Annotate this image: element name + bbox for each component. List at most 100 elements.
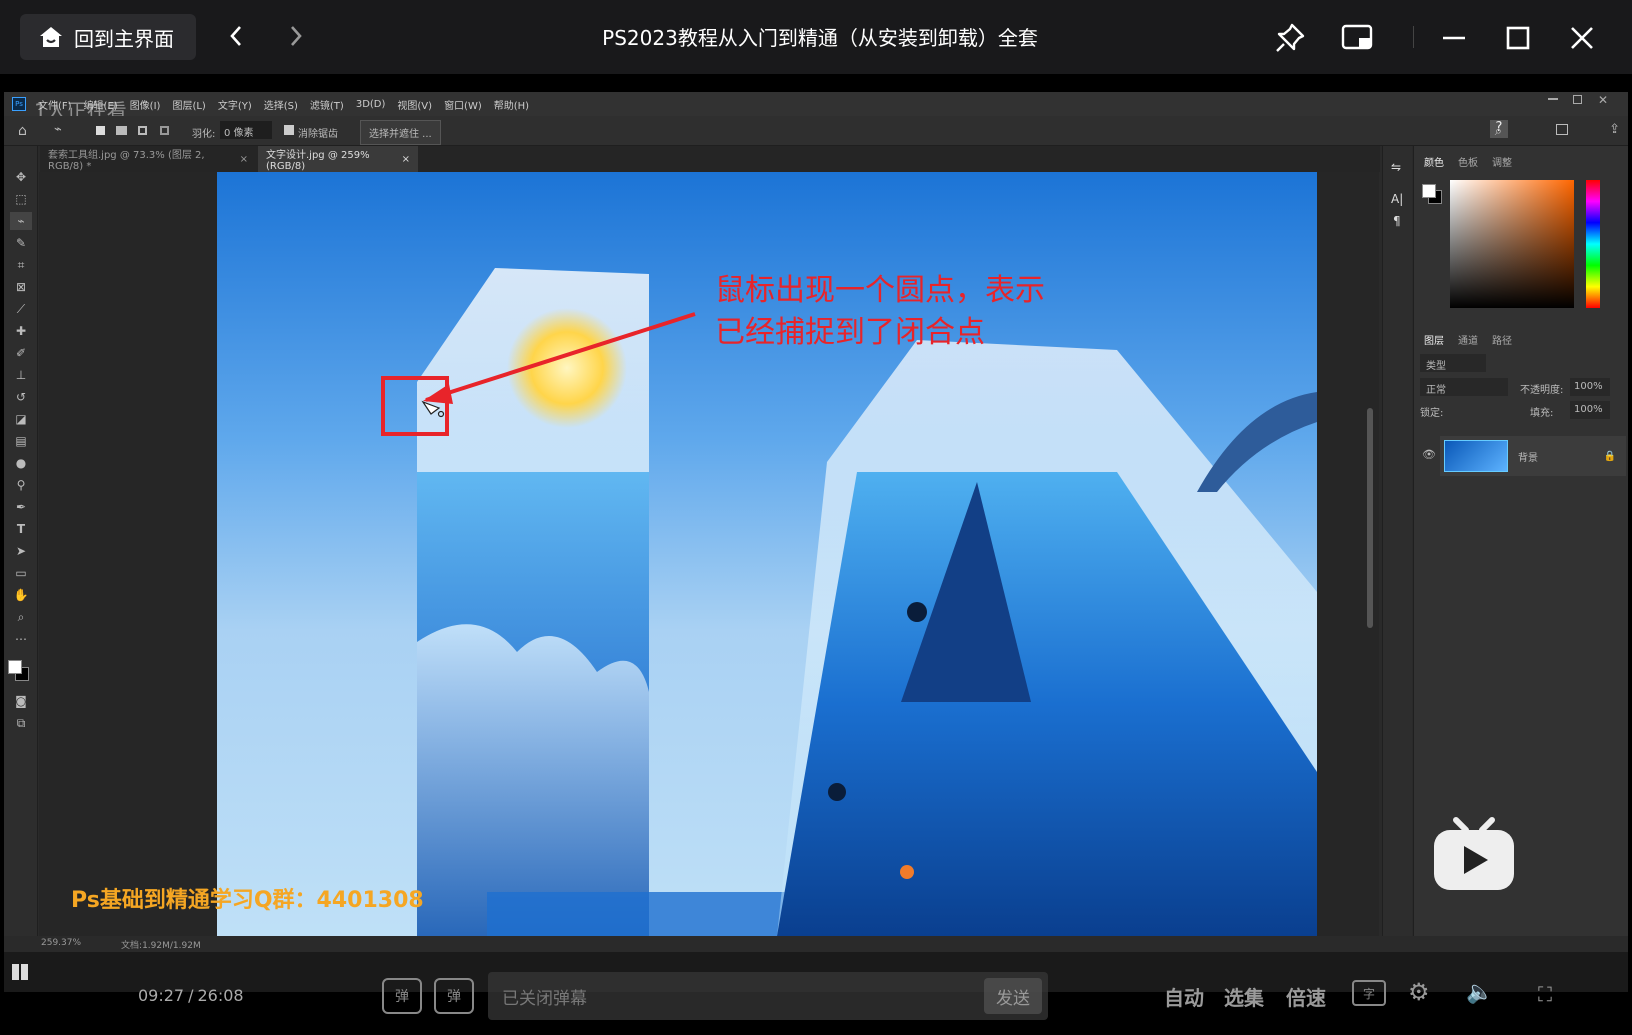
menu-window[interactable]: 窗口(W) xyxy=(444,97,482,112)
polygonal-lasso-tool-icon[interactable]: ⌁ xyxy=(10,212,32,230)
speed-button[interactable]: 倍速 xyxy=(1286,982,1326,1011)
canvas-scrollbar[interactable] xyxy=(1367,408,1373,628)
history-panel-icon[interactable]: ⇋ xyxy=(1391,160,1401,174)
mini-window-button[interactable] xyxy=(1338,18,1378,58)
intersect-selection-icon[interactable] xyxy=(160,126,169,135)
document-canvas[interactable]: 鼠标出现一个圆点，表示 已经捕捉到了闭合点 xyxy=(217,172,1317,936)
select-and-mask-button[interactable]: 选择并遮住 ... xyxy=(360,120,441,145)
brush-tool-icon[interactable]: ✐ xyxy=(10,344,32,362)
layer-row-background[interactable]: 背景 🔒 xyxy=(1440,436,1626,476)
layer-filter-select[interactable]: 类型 xyxy=(1420,354,1486,372)
fullscreen-icon[interactable]: ⛶ xyxy=(1538,982,1552,1006)
pin-button[interactable] xyxy=(1270,18,1310,58)
ps-menu-bar: Ps 文件(F) 编辑(E) 图像(I) 图层(L) 文字(Y) 选择(S) 滤… xyxy=(4,92,1628,123)
hue-slider[interactable] xyxy=(1586,180,1600,308)
tab-text-design-doc[interactable]: 文字设计.jpg @ 259%(RGB/8) × xyxy=(258,146,418,172)
share-icon[interactable]: ⇪ xyxy=(1609,122,1620,137)
tab-close-icon[interactable]: × xyxy=(240,154,248,165)
danmu-input[interactable]: 已关闭弹幕 xyxy=(488,972,1048,1020)
healing-brush-tool-icon[interactable]: ✚ xyxy=(10,322,32,340)
marquee-tool-icon[interactable]: ⬚ xyxy=(10,190,32,208)
menu-image[interactable]: 图像(I) xyxy=(130,97,161,112)
blend-mode-select[interactable]: 正常 xyxy=(1420,378,1508,396)
menu-3d[interactable]: 3D(D) xyxy=(356,99,386,110)
zoom-tool-icon[interactable]: ⌕ xyxy=(10,608,32,626)
type-tool-icon[interactable]: T xyxy=(10,520,32,538)
back-button[interactable] xyxy=(218,18,254,54)
opacity-input[interactable]: 100% xyxy=(1570,378,1610,396)
quality-auto-button[interactable]: 自动 xyxy=(1164,982,1204,1011)
move-tool-icon[interactable]: ✥ xyxy=(10,168,32,186)
more-tools-icon[interactable]: ⋯ xyxy=(10,630,32,648)
feather-input[interactable]: 0 像素 xyxy=(220,121,272,139)
ps-minimize-icon[interactable] xyxy=(1548,98,1558,100)
blur-tool-icon[interactable]: ● xyxy=(10,454,32,472)
tab-paths[interactable]: 路径 xyxy=(1492,332,1512,347)
rectangle-tool-icon[interactable]: ▭ xyxy=(10,564,32,582)
dodge-tool-icon[interactable]: ⚲ xyxy=(10,476,32,494)
menu-type[interactable]: 文字(Y) xyxy=(218,97,252,112)
danmu-send-button[interactable]: 发送 xyxy=(984,978,1042,1014)
ps-home-icon[interactable]: ⌂ xyxy=(18,123,27,139)
character-panel-icon[interactable]: A| xyxy=(1391,192,1403,206)
eraser-tool-icon[interactable]: ◪ xyxy=(10,410,32,428)
menu-filter[interactable]: 滤镜(T) xyxy=(310,97,344,112)
add-selection-icon[interactable] xyxy=(116,126,127,135)
pen-tool-icon[interactable]: ✒ xyxy=(10,498,32,516)
maximize-button[interactable] xyxy=(1498,18,1538,58)
tab-channels[interactable]: 通道 xyxy=(1458,332,1478,347)
frame-tool-icon[interactable]: ⊠ xyxy=(10,278,32,296)
minimize-button[interactable] xyxy=(1434,18,1474,58)
color-picker-field[interactable] xyxy=(1450,180,1574,308)
ps-close-icon[interactable]: ✕ xyxy=(1598,93,1608,107)
fish xyxy=(828,783,846,801)
play-button[interactable] xyxy=(1432,816,1516,892)
menu-layer[interactable]: 图层(L) xyxy=(172,97,205,112)
episodes-button[interactable]: 选集 xyxy=(1224,982,1264,1011)
gradient-tool-icon[interactable]: ▤ xyxy=(10,432,32,450)
crop-tool-icon[interactable]: ⌗ xyxy=(10,256,32,274)
menu-help[interactable]: 帮助(H) xyxy=(494,97,529,112)
tab-layers[interactable]: 图层 xyxy=(1424,332,1444,347)
screen-mode-icon[interactable]: ⧉ xyxy=(10,714,32,732)
path-selection-tool-icon[interactable]: ➤ xyxy=(10,542,32,560)
new-selection-icon[interactable] xyxy=(96,126,105,135)
panel-foreground-swatch[interactable] xyxy=(1422,184,1436,198)
eyedropper-tool-icon[interactable]: ⟋ xyxy=(10,300,32,318)
paragraph-panel-icon[interactable]: ¶ xyxy=(1393,214,1401,228)
stamp-tool-icon[interactable]: ⊥ xyxy=(10,366,32,384)
opacity-label: 不透明度: xyxy=(1520,385,1564,396)
quick-mask-icon[interactable]: ◙ xyxy=(10,692,32,710)
danmu-toggle-icon[interactable]: 弹 xyxy=(382,978,422,1014)
antialias-checkbox[interactable] xyxy=(284,125,294,135)
home-button[interactable]: 回到主界面 xyxy=(20,14,196,60)
close-button[interactable] xyxy=(1562,18,1602,58)
menu-view[interactable]: 视图(V) xyxy=(397,97,432,112)
danmu-placeholder: 已关闭弹幕 xyxy=(502,988,587,1009)
foreground-color-swatch[interactable] xyxy=(8,660,22,674)
workspace-icon[interactable] xyxy=(1556,124,1568,135)
history-brush-tool-icon[interactable]: ↺ xyxy=(10,388,32,406)
subtitle-icon[interactable]: 字 xyxy=(1352,980,1386,1006)
lasso-tool-preset-icon[interactable]: ⌁ xyxy=(54,122,62,137)
tab-adjustments[interactable]: 调整 xyxy=(1492,154,1512,169)
volume-icon[interactable]: 🔈 xyxy=(1466,980,1493,1005)
menu-select[interactable]: 选择(S) xyxy=(264,97,298,112)
tab-swatches[interactable]: 色板 xyxy=(1458,154,1478,169)
tab-close-icon[interactable]: × xyxy=(402,154,410,165)
forward-button[interactable] xyxy=(278,18,314,54)
danmu-settings-icon[interactable]: 弹 xyxy=(434,978,474,1014)
ps-search-icon[interactable]: ⌕ xyxy=(1495,124,1502,139)
layer-filter-label: 类型 xyxy=(1426,361,1446,372)
settings-gear-icon[interactable]: ⚙ xyxy=(1408,978,1430,1006)
subtract-selection-icon[interactable] xyxy=(138,126,147,135)
video-area[interactable]: Ps 文件(F) 编辑(E) 图像(I) 图层(L) 文字(Y) 选择(S) 滤… xyxy=(0,74,1632,1035)
quick-select-tool-icon[interactable]: ✎ xyxy=(10,234,32,252)
layer-visibility-eye-icon[interactable]: 👁 xyxy=(1422,448,1436,461)
fill-input[interactable]: 100% xyxy=(1570,401,1610,419)
tab-lasso-doc[interactable]: 套索工具组.jpg @ 73.3% (图层 2, RGB/8) * × xyxy=(40,146,256,172)
tab-color[interactable]: 颜色 xyxy=(1424,154,1444,169)
ps-restore-icon[interactable] xyxy=(1573,95,1582,104)
hand-tool-icon[interactable]: ✋ xyxy=(10,586,32,604)
ps-status-bar: 259.37% 文档:1.92M/1.92M xyxy=(39,938,439,952)
